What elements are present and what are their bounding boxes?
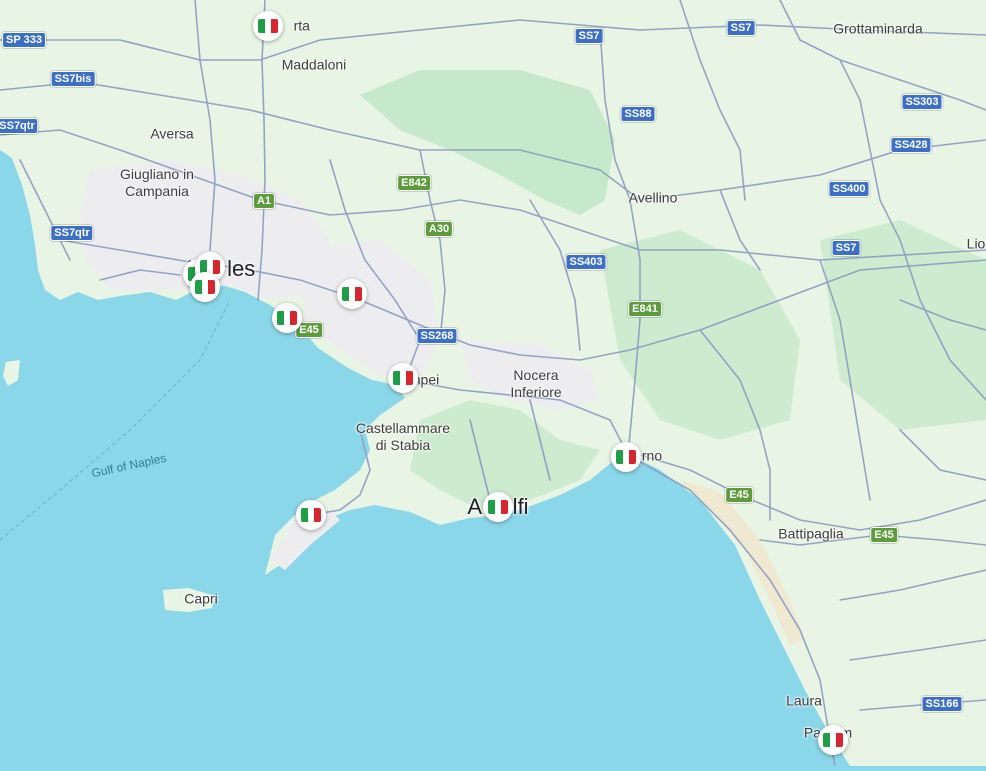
road-shield-ss428: SS428: [890, 137, 932, 153]
place-label-avellino: Avellino: [628, 189, 678, 206]
italy-flag-marker[interactable]: [253, 11, 283, 41]
place-label-battipaglia: Battipaglia: [778, 525, 844, 542]
road-shield-e841: E841: [628, 301, 662, 317]
italy-flag-marker[interactable]: [818, 725, 848, 755]
place-label-capri: Capri: [184, 590, 218, 607]
italy-flag-marker[interactable]: [483, 492, 513, 522]
italy-flag-marker[interactable]: [296, 500, 326, 530]
road-shield-a1: A1: [252, 193, 276, 209]
map-base-layer: [0, 0, 986, 767]
road-shield-ss303: SS303: [901, 94, 943, 110]
italy-flag-icon: [301, 508, 321, 522]
place-label-nocera-inferiore: Nocera Inferiore: [510, 367, 562, 400]
map-canvas[interactable]: Ca rta Maddaloni Grottaminarda Aversa Gi…: [0, 0, 986, 767]
italy-flag-marker[interactable]: [611, 442, 641, 472]
road-shield-sp333: SP 333: [2, 32, 46, 48]
road-shield-ss400: SS400: [828, 181, 870, 197]
place-label-aversa: Aversa: [150, 125, 194, 142]
italy-flag-icon: [258, 19, 278, 33]
road-shield-ss403: SS403: [565, 254, 607, 270]
place-label-castellammare: Castellammare di Stabia: [355, 420, 451, 453]
italy-flag-icon: [195, 280, 215, 294]
italy-flag-marker[interactable]: [337, 279, 367, 309]
road-shield-a30: A30: [424, 221, 454, 237]
place-label-giugliano: Giugliano in Campania: [120, 166, 194, 199]
road-shield-ss7: SS7: [831, 240, 861, 256]
italy-flag-icon: [342, 287, 362, 301]
italy-flag-icon: [616, 450, 636, 464]
place-label-maddaloni: Maddaloni: [281, 56, 347, 73]
road-shield-ss7qtr: SS7qtr: [50, 225, 94, 241]
italy-flag-icon: [488, 500, 508, 514]
italy-flag-icon: [823, 733, 843, 747]
place-label-salerno: rno: [641, 447, 663, 464]
road-shield-ss7: SS7: [726, 20, 756, 36]
place-label-grottaminarda: Grottaminarda: [833, 20, 923, 37]
road-shield-ss7: SS7: [574, 28, 604, 44]
italy-flag-icon: [393, 371, 413, 385]
road-shield-ss88: SS88: [620, 106, 656, 122]
place-label-lio: Lio: [966, 235, 986, 252]
road-shield-e842: E842: [397, 175, 431, 191]
road-shield-ss268: SS268: [416, 328, 458, 344]
place-label-laura: Laura: [786, 692, 822, 709]
italy-flag-marker[interactable]: [388, 363, 418, 393]
road-shield-e45: E45: [725, 487, 753, 503]
road-shield-ss7bis: SS7bis: [50, 71, 96, 87]
italy-flag-marker[interactable]: [272, 303, 302, 333]
road-shield-e45: E45: [870, 527, 898, 543]
italy-flag-icon: [277, 311, 297, 325]
road-shield-ss7qtr: SS7qtr: [0, 118, 39, 134]
road-shield-ss166: SS166: [921, 696, 963, 712]
italy-flag-marker[interactable]: [190, 272, 220, 302]
